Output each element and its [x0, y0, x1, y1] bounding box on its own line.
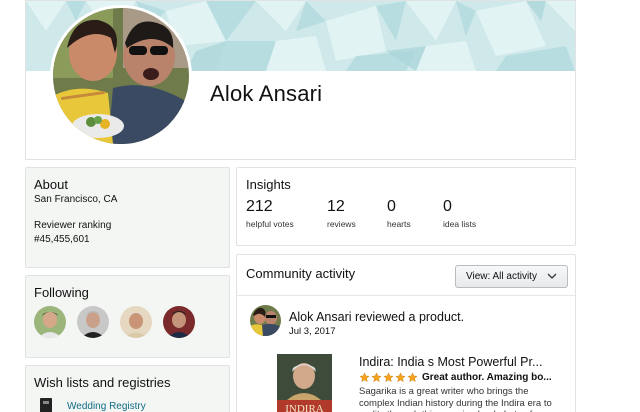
wishlist-link[interactable]: Wedding Registry — [67, 401, 146, 412]
reviewer-ranking-label: Reviewer ranking — [34, 220, 112, 231]
chevron-down-icon — [547, 272, 557, 283]
stat-label: reviews — [327, 219, 356, 229]
star-icon — [383, 372, 394, 383]
profile-page: Alok Ansari About San Francisco, CA Revi… — [0, 0, 640, 412]
wishlist-item[interactable]: Wedding Registry — [34, 398, 221, 412]
activity-date: Jul 3, 2017 — [289, 326, 336, 337]
following-avatar[interactable] — [34, 306, 66, 338]
stat-label: hearts — [387, 219, 411, 229]
profile-header-card: Alok Ansari — [25, 0, 576, 160]
star-icon — [395, 372, 406, 383]
stat-idea-lists: 0 idea lists — [443, 198, 513, 229]
following-avatar[interactable] — [77, 306, 109, 338]
view-filter-label: View: All activity — [466, 271, 537, 282]
reviewer-ranking-value: #45,455,601 — [34, 234, 90, 245]
cover-title-text: INDIRA — [285, 403, 324, 412]
wishlists-title: Wish lists and registries — [34, 375, 171, 390]
review-rating-row: Great author. Amazing bo... — [359, 372, 552, 383]
stat-hearts: 0 hearts — [387, 198, 443, 229]
profile-avatar[interactable] — [50, 5, 192, 147]
registry-icon — [40, 398, 52, 412]
location-text: San Francisco, CA — [34, 194, 118, 205]
community-activity-panel: Community activity View: All activity Al… — [236, 254, 576, 412]
insights-panel: Insights 212 helpful votes 12 reviews 0 … — [236, 167, 576, 246]
review-headline[interactable]: Great author. Amazing bo... — [422, 372, 552, 383]
star-icon — [371, 372, 382, 383]
stat-value: 0 — [387, 198, 396, 215]
stat-value: 12 — [327, 198, 345, 215]
following-avatar[interactable] — [120, 306, 152, 338]
view-filter-dropdown[interactable]: View: All activity — [455, 265, 568, 288]
stat-reviews: 12 reviews — [327, 198, 387, 229]
about-panel: About San Francisco, CA Reviewer ranking… — [25, 167, 230, 268]
following-panel: Following — [25, 275, 230, 358]
stat-value: 212 — [246, 198, 273, 215]
product-image[interactable]: INDIRA — [277, 354, 332, 412]
activity-headline: Alok Ansari reviewed a product. — [289, 310, 464, 324]
profile-name: Alok Ansari — [210, 81, 323, 106]
product-title-link[interactable]: Indira: India s Most Powerful Pr... — [359, 355, 542, 369]
activity-action: reviewed a product. — [355, 310, 465, 324]
stat-label: idea lists — [443, 219, 477, 229]
star-icon — [359, 372, 370, 383]
about-title: About — [34, 177, 68, 192]
stat-value: 0 — [443, 198, 452, 215]
stat-helpful-votes: 212 helpful votes — [246, 198, 327, 229]
stat-label: helpful votes — [246, 219, 294, 229]
following-title: Following — [34, 285, 89, 300]
insights-title: Insights — [246, 177, 291, 192]
review-body: Sagarika is a great writer who brings th… — [359, 386, 552, 412]
activity-avatar[interactable] — [250, 305, 281, 336]
star-rating — [359, 372, 418, 383]
star-icon — [407, 372, 418, 383]
community-header: Community activity View: All activity — [237, 255, 575, 296]
wishlists-panel: Wish lists and registries Wedding Regist… — [25, 365, 230, 412]
community-title: Community activity — [246, 266, 356, 281]
following-avatar[interactable] — [163, 306, 195, 338]
activity-actor[interactable]: Alok Ansari — [289, 310, 352, 324]
